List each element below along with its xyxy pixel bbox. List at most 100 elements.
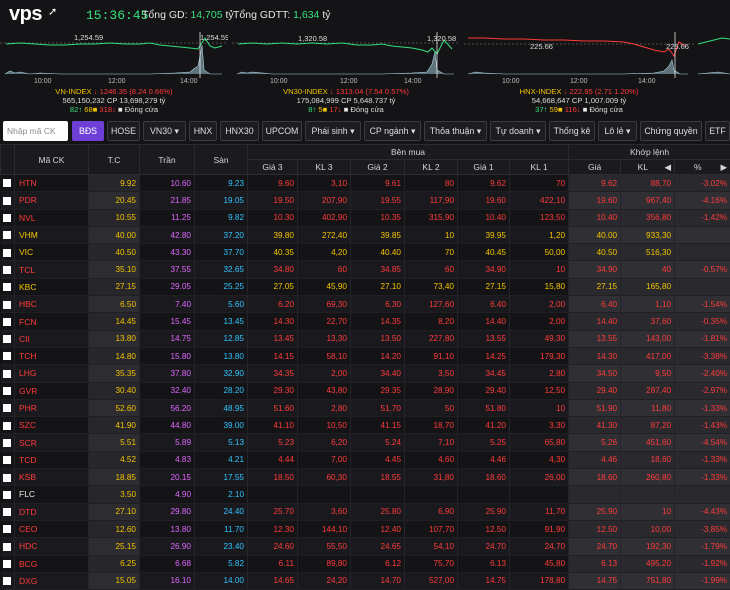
- checkbox-icon[interactable]: [3, 370, 11, 378]
- checkbox-icon[interactable]: [3, 439, 11, 447]
- checkbox-icon[interactable]: [3, 491, 11, 499]
- row-symbol[interactable]: LHG: [15, 365, 89, 382]
- checkbox-icon[interactable]: [3, 474, 11, 482]
- checkbox-icon[interactable]: [3, 214, 11, 222]
- row-checkbox[interactable]: [1, 572, 15, 589]
- tab-sector[interactable]: CP ngành ▾: [364, 121, 421, 141]
- tab-derivatives[interactable]: Phái sinh ▾: [305, 121, 361, 141]
- row-symbol[interactable]: PDR: [15, 192, 89, 209]
- table-row[interactable]: TCD4.524.834.214.447,004.454,604.464,304…: [1, 451, 730, 468]
- checkbox-icon[interactable]: [3, 577, 11, 585]
- symbol-search-input[interactable]: Nhập mã CK: [3, 121, 68, 141]
- table-row[interactable]: CII13.8014.7512.8513.4513,3013.50227,801…: [1, 330, 730, 347]
- tab-bds[interactable]: BĐS: [72, 121, 104, 141]
- table-row[interactable]: FCN14.4515.4513.4514.3022,7014.358,2014.…: [1, 313, 730, 330]
- table-row[interactable]: TCL35.1037.5532.6534.806034.856034.90103…: [1, 261, 730, 278]
- table-row[interactable]: LHG35.3537.8032.9034.352,0034.403,5034.4…: [1, 365, 730, 382]
- row-checkbox[interactable]: [1, 278, 15, 295]
- table-row[interactable]: NVL10.5511.259.8210.30402,9010.35315,901…: [1, 209, 730, 226]
- checkbox-icon[interactable]: [3, 301, 11, 309]
- tab-warrants[interactable]: Chứng quyền: [640, 121, 702, 141]
- row-symbol[interactable]: CEO: [15, 520, 89, 537]
- row-symbol[interactable]: VHM: [15, 226, 89, 243]
- row-symbol[interactable]: BCG: [15, 555, 89, 572]
- row-symbol[interactable]: PHR: [15, 399, 89, 416]
- header-match-pct[interactable]: % ▶: [675, 160, 730, 175]
- table-row[interactable]: SZC41.9044.8039.0041.1010,5041.1518,7041…: [1, 417, 730, 434]
- header-price-1[interactable]: Giá 1: [458, 160, 510, 175]
- table-row[interactable]: SCR5.515.895.135.236,205.247,105.2565,80…: [1, 434, 730, 451]
- row-symbol[interactable]: KBC: [15, 278, 89, 295]
- row-checkbox[interactable]: [1, 538, 15, 555]
- table-row[interactable]: HDC25.1526.9023.4024.6055,5024.6554,1024…: [1, 538, 730, 555]
- row-checkbox[interactable]: [1, 555, 15, 572]
- row-symbol[interactable]: TCL: [15, 261, 89, 278]
- table-row[interactable]: DTD27.1029.8024.4025.703,6025.806,9025.9…: [1, 503, 730, 520]
- row-symbol[interactable]: TCH: [15, 347, 89, 364]
- row-checkbox[interactable]: [1, 469, 15, 486]
- header-symbol[interactable]: Mã CK: [15, 145, 89, 175]
- extra-index-chart[interactable]: [698, 30, 730, 118]
- checkbox-icon[interactable]: [3, 560, 11, 568]
- tab-proprietary[interactable]: Tự doanh ▾: [490, 121, 546, 141]
- row-symbol[interactable]: HBC: [15, 296, 89, 313]
- vn30-index-chart[interactable]: 1,320.58 1,320.58 10:00 12:00 14:00 VN30…: [232, 30, 460, 118]
- table-row[interactable]: PDR20.4521.8519.0519.50207,9019.55117,90…: [1, 192, 730, 209]
- tab-upcom[interactable]: UPCOM: [262, 121, 302, 141]
- row-checkbox[interactable]: [1, 244, 15, 261]
- row-symbol[interactable]: HDC: [15, 538, 89, 555]
- row-symbol[interactable]: SZC: [15, 417, 89, 434]
- row-checkbox[interactable]: [1, 486, 15, 503]
- header-ref[interactable]: T.C: [89, 145, 140, 175]
- row-symbol[interactable]: FLC: [15, 486, 89, 503]
- row-symbol[interactable]: KSB: [15, 469, 89, 486]
- row-symbol[interactable]: GVR: [15, 382, 89, 399]
- hnx-index-chart[interactable]: 225.66 225.66 10:00 12:00 14:00 HNX-INDE…: [464, 30, 694, 118]
- table-row[interactable]: KBC27.1529.0525.2527.0545,9027.1073,4027…: [1, 278, 730, 295]
- row-symbol[interactable]: DTD: [15, 503, 89, 520]
- header-vol-3[interactable]: KL 3: [298, 160, 351, 175]
- checkbox-icon[interactable]: [3, 318, 11, 326]
- header-match-price[interactable]: Giá: [569, 160, 621, 175]
- row-symbol[interactable]: CII: [15, 330, 89, 347]
- tab-etf[interactable]: ETF: [705, 121, 730, 141]
- row-checkbox[interactable]: [1, 313, 15, 330]
- checkbox-icon[interactable]: [3, 525, 11, 533]
- checkbox-icon[interactable]: [3, 249, 11, 257]
- row-checkbox[interactable]: [1, 347, 15, 364]
- row-symbol[interactable]: HTN: [15, 175, 89, 192]
- row-checkbox[interactable]: [1, 296, 15, 313]
- tab-odd-lot[interactable]: Lô lẻ ▾: [598, 121, 637, 141]
- tab-negotiated[interactable]: Thỏa thuận ▾: [424, 121, 487, 141]
- table-row[interactable]: VIC40.5043.3037.7040.354,2040.407040.455…: [1, 244, 730, 261]
- checkbox-icon[interactable]: [3, 456, 11, 464]
- table-row[interactable]: VHM40.0042.8037.2039.80272,4039.851039.9…: [1, 226, 730, 243]
- header-ceiling[interactable]: Trần: [140, 145, 195, 175]
- row-checkbox[interactable]: [1, 192, 15, 209]
- tab-hnx[interactable]: HNX: [189, 121, 217, 141]
- checkbox-icon[interactable]: [3, 508, 11, 516]
- vn-index-chart[interactable]: 1,254.59 1,254.59 10:00 12:00 14:00 VN-I…: [0, 30, 228, 118]
- row-checkbox[interactable]: [1, 365, 15, 382]
- row-symbol[interactable]: NVL: [15, 209, 89, 226]
- header-price-2[interactable]: Giá 2: [351, 160, 405, 175]
- table-row[interactable]: KSB18.8520.1517.5518.5060,3018.5531,8018…: [1, 469, 730, 486]
- checkbox-icon[interactable]: [3, 543, 11, 551]
- checkbox-icon[interactable]: [3, 335, 11, 343]
- row-checkbox[interactable]: [1, 226, 15, 243]
- row-checkbox[interactable]: [1, 330, 15, 347]
- table-row[interactable]: HBC6.507.405.606.2069,306.30127,606.402,…: [1, 296, 730, 313]
- row-checkbox[interactable]: [1, 434, 15, 451]
- row-symbol[interactable]: DXG: [15, 572, 89, 589]
- row-checkbox[interactable]: [1, 520, 15, 537]
- table-row[interactable]: FLC3.504.902.10: [1, 486, 730, 503]
- row-symbol[interactable]: TCD: [15, 451, 89, 468]
- header-vol-1[interactable]: KL 1: [510, 160, 569, 175]
- checkbox-icon[interactable]: [3, 231, 11, 239]
- row-checkbox[interactable]: [1, 399, 15, 416]
- header-floor[interactable]: Sàn: [195, 145, 248, 175]
- table-row[interactable]: HTN9.9210.609.239.603,109.61809.62709.62…: [1, 175, 730, 192]
- tab-hnx30[interactable]: HNX30: [220, 121, 259, 141]
- tab-hose[interactable]: HOSE: [107, 121, 140, 141]
- checkbox-icon[interactable]: [3, 283, 11, 291]
